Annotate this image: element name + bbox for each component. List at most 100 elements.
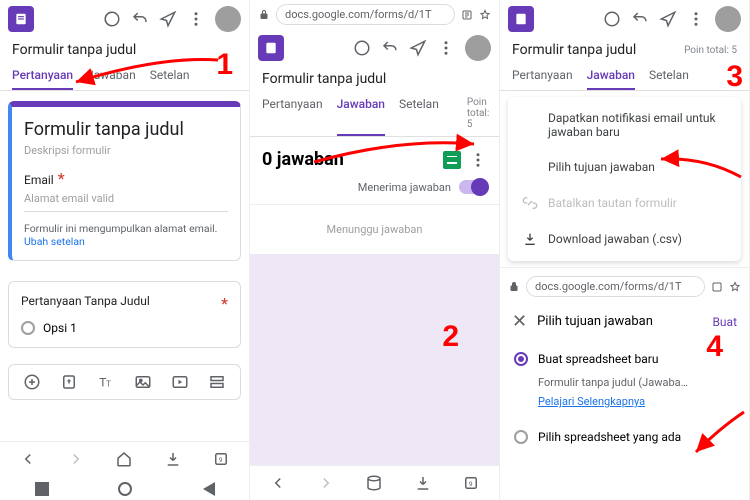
app-topbar [500,0,749,38]
url-field[interactable]: docs.google.com/forms/d/1T [276,4,455,25]
star-icon[interactable] [479,9,491,21]
app-topbar [0,0,249,38]
nav-download-icon[interactable] [414,474,432,492]
theme-icon[interactable] [603,10,621,28]
address-bar: docs.google.com/forms/d/1T [500,267,749,301]
nav-home-icon[interactable] [115,450,133,468]
step-2: 2 [442,320,459,354]
accepting-row: Menerima jawaban [250,176,499,204]
send-icon[interactable] [159,10,177,28]
star-icon[interactable] [729,281,741,293]
more-icon[interactable] [687,10,705,28]
add-question-icon[interactable] [23,373,41,391]
forms-logo[interactable] [258,35,284,61]
tab-responses[interactable]: Jawaban [587,62,635,90]
reader-icon[interactable] [711,281,723,293]
section-icon[interactable] [208,373,226,391]
svg-text:9: 9 [469,480,473,488]
lock-icon [258,9,270,21]
radio-icon [21,321,35,335]
nav-download-icon[interactable] [164,450,182,468]
sys-recent-icon[interactable] [35,482,49,496]
avatar[interactable] [215,6,241,32]
app-topbar [250,29,499,67]
form-title[interactable]: Formulir tanpa judul [512,42,636,58]
tab-questions[interactable]: Pertanyaan [12,62,73,90]
question-toolbar: TT [8,364,241,400]
import-icon[interactable] [60,373,78,391]
nav-tabs-icon[interactable]: 9 [212,450,230,468]
send-icon[interactable] [659,10,677,28]
sys-home-icon[interactable] [118,482,132,496]
undo-icon[interactable] [381,39,399,57]
menu-unlink-form: Batalkan tautan formulir [508,185,741,221]
theme-icon[interactable] [353,39,371,57]
menu-email-notify[interactable]: Dapatkan notifikasi email untuk jawaban … [508,101,741,149]
question-card[interactable]: Pertanyaan Tanpa Judul* Opsi 1 [8,281,241,348]
step-4: 4 [706,330,723,364]
radio-selected-icon [514,352,528,366]
accepting-toggle[interactable] [459,180,487,194]
email-input[interactable]: Alamat email valid [24,188,228,212]
url-field[interactable]: docs.google.com/forms/d/1T [526,276,705,297]
panel-step-1: Formulir tanpa judul Pertanyaan Jawaban … [0,0,250,500]
svg-text:T: T [106,380,111,390]
sys-back-icon[interactable] [201,482,215,496]
panel-step-2: docs.google.com/forms/d/1T Formulir tanp… [250,0,500,500]
undo-icon[interactable] [131,10,149,28]
waiting-label: Menunggu jawaban [250,204,499,254]
new-spreadsheet-name[interactable]: Formulir tanpa judul (Jawaba… [500,376,749,393]
create-button[interactable]: Buat [712,315,737,329]
learn-more-link[interactable]: Pelajari Selengkapnya [538,395,645,408]
email-hint: Formulir ini mengumpulkan alamat email. … [24,222,228,248]
browser-nav: 9 [0,441,249,476]
theme-icon[interactable] [103,10,121,28]
system-nav [0,476,249,500]
avatar[interactable] [465,35,491,61]
form-header-card: Formulir tanpa judul Deskripsi formulir … [8,101,241,261]
nav-forward-icon [67,450,85,468]
nav-tabs-icon[interactable]: 9 [462,474,480,492]
forms-logo[interactable] [8,6,34,32]
email-label: Email [24,173,54,187]
panel-step-3-4: Formulir tanpa judul Poin total: 5 Perta… [500,0,750,500]
nav-forward-icon [317,474,335,492]
arrow-1 [70,56,220,94]
form-title-field[interactable]: Formulir tanpa judul [24,119,228,140]
send-icon[interactable] [409,39,427,57]
avatar[interactable] [715,6,741,32]
form-desc-field[interactable]: Deskripsi formulir [24,144,228,157]
option-row[interactable]: Opsi 1 [21,321,228,335]
change-settings-link[interactable]: Ubah setelan [24,235,85,248]
nav-back-icon[interactable] [269,474,287,492]
unlink-icon [522,195,538,211]
lock-icon [508,281,520,293]
menu-download-csv[interactable]: Download jawaban (.csv) [508,221,741,257]
arrow-2 [310,128,480,172]
radio-icon [514,430,528,444]
nav-bookmarks-icon[interactable] [365,474,383,492]
more-icon[interactable] [187,10,205,28]
title-icon[interactable]: TT [97,373,115,391]
svg-text:9: 9 [219,456,223,464]
arrow-4 [690,408,750,462]
image-icon[interactable] [134,373,152,391]
more-icon[interactable] [437,39,455,57]
forms-logo[interactable] [508,6,534,32]
step-3: 3 [726,60,743,94]
close-icon[interactable]: ✕ [512,311,527,332]
tab-settings[interactable]: Setelan [649,62,689,90]
undo-icon[interactable] [631,10,649,28]
video-icon[interactable] [171,373,189,391]
points-total: Poin total: 5 [684,45,737,56]
download-icon [522,231,538,247]
tabs: Pertanyaan Jawaban Setelan [500,62,749,91]
option-label[interactable]: Opsi 1 [43,321,77,335]
question-title[interactable]: Pertanyaan Tanpa Judul [21,294,150,313]
nav-back-icon[interactable] [19,450,37,468]
arrow-3 [655,153,745,187]
form-title[interactable]: Formulir tanpa judul [262,71,386,87]
tab-questions[interactable]: Pertanyaan [512,62,573,90]
reader-icon[interactable] [461,9,473,21]
empty-area [250,254,499,465]
